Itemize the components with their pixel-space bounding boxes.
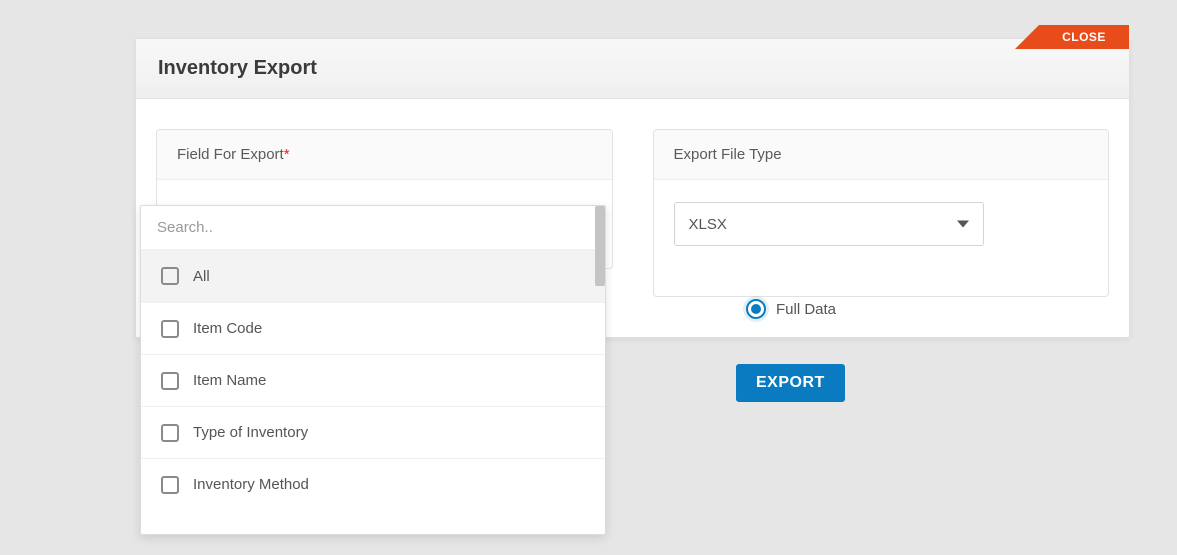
checkbox-icon <box>161 424 179 442</box>
field-dropdown-list: All Item Code Item Name Type of Inventor… <box>141 250 605 534</box>
scrollbar-thumb[interactable] <box>595 206 605 286</box>
field-for-export-header: Field For Export* <box>157 130 612 180</box>
full-data-radio[interactable]: Full Data <box>746 299 836 319</box>
close-button[interactable]: CLOSE <box>1039 25 1129 49</box>
field-option-item-name[interactable]: Item Name <box>141 354 605 406</box>
field-search-input[interactable] <box>141 206 605 250</box>
field-option-inventory-method[interactable]: Inventory Method <box>141 458 605 510</box>
required-asterisk: * <box>284 146 290 163</box>
file-type-select[interactable]: XLSX <box>674 202 984 246</box>
export-file-type-panel: Export File Type XLSX <box>653 129 1110 297</box>
close-label: CLOSE <box>1062 30 1106 44</box>
field-option-label: Inventory Method <box>193 476 309 493</box>
checkbox-icon <box>161 267 179 285</box>
file-type-select-wrap: XLSX <box>674 202 984 246</box>
field-option-label: All <box>193 268 210 285</box>
chevron-down-icon <box>957 221 969 228</box>
checkbox-icon <box>161 476 179 494</box>
field-option-label: Type of Inventory <box>193 424 308 441</box>
export-button[interactable]: EXPORT <box>736 364 845 402</box>
checkbox-icon <box>161 372 179 390</box>
field-option-type-of-inventory[interactable]: Type of Inventory <box>141 406 605 458</box>
export-button-label: EXPORT <box>756 374 825 391</box>
checkbox-icon <box>161 320 179 338</box>
field-option-label: Item Code <box>193 320 262 337</box>
radio-icon <box>746 299 766 319</box>
field-option-item-code[interactable]: Item Code <box>141 302 605 354</box>
modal-title: Inventory Export <box>158 57 1107 80</box>
file-type-selected-value: XLSX <box>689 216 727 233</box>
field-dropdown: All Item Code Item Name Type of Inventor… <box>140 205 606 535</box>
modal-header: Inventory Export <box>136 39 1129 99</box>
radio-dot-icon <box>751 304 761 314</box>
export-file-type-title: Export File Type <box>674 146 782 163</box>
field-option-label: Item Name <box>193 372 266 389</box>
full-data-label: Full Data <box>776 301 836 318</box>
export-file-type-body: XLSX <box>654 180 1109 276</box>
export-file-type-header: Export File Type <box>654 130 1109 180</box>
field-option-all[interactable]: All <box>141 250 605 302</box>
field-for-export-title: Field For Export <box>177 146 284 163</box>
